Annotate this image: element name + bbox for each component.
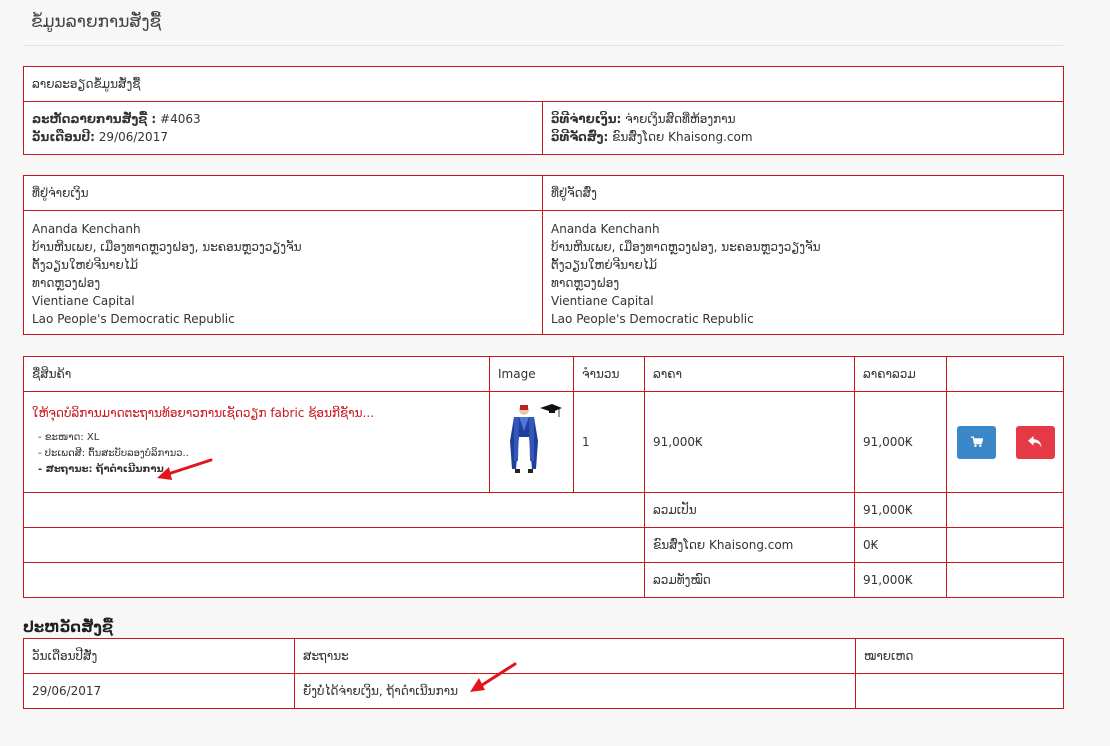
- col-product-name: ຊື່ສິນຄ້າ: [23, 356, 490, 392]
- shopping-cart-icon: [970, 436, 983, 447]
- subtotal-value: 91,000₭: [854, 492, 947, 528]
- graduation-gown-image[interactable]: [502, 401, 562, 481]
- product-cell: ໃຫ້ຈຸດບໍລິການມາດຕະຖານທ້ອຍາວການເຊັດວຽກ fa…: [23, 391, 490, 493]
- table-row: ໃຫ້ຈຸດບໍລິການມາດຕະຖານທ້ອຍາວການເຊັດວຽກ fa…: [23, 391, 1064, 493]
- shipping-address-line: ບ້ານຫີນເພຍ, ເມືອງທາດຫຼວງຝອງ, ນະຄອນຫຼວງວຽ…: [551, 240, 821, 254]
- payment-info-cell: ວິທີຈ່າຍເງິນ: ຈ່າຍເງິນສົດທີ່ຫ້ອງການ ວິທີ…: [542, 101, 1064, 155]
- col-image: Image: [489, 356, 574, 392]
- product-name-link[interactable]: ໃຫ້ຈຸດບໍລິການມາດຕະຖານທ້ອຍາວການເຊັດວຽກ fa…: [32, 406, 481, 420]
- col-note: ໝາຍເຫດ: [855, 638, 1064, 674]
- order-details-header: ລາຍລະອຽດຂໍ້ມູນສັ່ງຊື້: [23, 66, 1064, 102]
- shipping-method-label: ວິທີຈັດສົ່ງ:: [551, 130, 609, 144]
- payment-address: Ananda Kenchanh ບ້ານຫີນເພຍ, ເມືອງທາດຫຼວງ…: [23, 210, 543, 335]
- history-status: ຍັງບໍ່ໄດ້ຈ່າຍເງິນ, ຖ້າດຳເນີນການ: [294, 673, 856, 709]
- return-button[interactable]: [1015, 425, 1055, 459]
- payment-address-line: ທາດຫຼວງຝອງ: [32, 276, 101, 290]
- col-price: ລາຄາ: [644, 356, 855, 392]
- order-date-value: 29/06/2017: [98, 130, 168, 144]
- reply-arrow-icon: [1028, 436, 1042, 448]
- products-table: ຊື່ສິນຄ້າ Image ຈຳນວນ ລາຄາ ລາຄາລວມ ໃຫ້ຈຸ…: [23, 356, 1064, 598]
- order-date-label: ວັນເດືອນປີ:: [32, 130, 95, 144]
- shipping-address-line: ທາດຫຼວງຝອງ: [551, 276, 620, 290]
- shipping-address-line: Vientiane Capital: [551, 294, 654, 308]
- col-status: ສະຖານະ: [294, 638, 856, 674]
- payment-address-line: Ananda Kenchanh: [32, 222, 141, 236]
- shipping-fee-value: 0₭: [854, 527, 947, 563]
- addresses-table: ທີ່ຢູ່ຈ່າຍເງິນ ທີ່ຢູ່ຈັດສົ່ງ Ananda Kenc…: [23, 175, 1064, 335]
- page-title: ຂໍ້ມູນລາຍການສັ່ງຊື້: [31, 12, 162, 32]
- history-note: [855, 673, 1064, 709]
- title-divider: [23, 45, 1063, 46]
- col-actions: [946, 356, 1064, 392]
- table-row: 29/06/2017 ຍັງບໍ່ໄດ້ຈ່າຍເງິນ, ຖ້າດຳເນີນກ…: [23, 673, 1064, 709]
- order-details-table: ລາຍລະອຽດຂໍ້ມູນສັ່ງຊື້ ລະຫັດລາຍການສັ່ງຊື້…: [23, 66, 1064, 155]
- product-image-cell: [489, 391, 574, 493]
- subtotal-row: ລວມເປັນ 91,000₭: [23, 492, 1064, 528]
- shipping-address: Ananda Kenchanh ບ້ານຫີນເພຍ, ເມືອງທາດຫຼວງ…: [542, 210, 1064, 335]
- col-total: ລາຄາລວມ: [854, 356, 947, 392]
- shipping-method-value: ຂົນສົ່ງໂດຍ Khaisong.com: [612, 130, 753, 144]
- subtotal-label: ລວມເປັນ: [644, 492, 855, 528]
- shipping-fee-label: ຂົນສົ່ງໂດຍ Khaisong.com: [644, 527, 855, 563]
- product-actions: [946, 391, 1064, 493]
- order-info-cell: ລະຫັດລາຍການສັ່ງຊື້ : #4063 ວັນເດືອນປີ: 2…: [23, 101, 543, 155]
- grand-total-label: ລວມທັງໝົດ: [644, 562, 855, 598]
- shipping-address-line: Lao People's Democratic Republic: [551, 312, 754, 326]
- payment-address-line: ຕັ້ງວຽນໃຫຍ່ຈີນາຍໄມ້: [32, 258, 139, 272]
- shipping-row: ຂົນສົ່ງໂດຍ Khaisong.com 0₭: [23, 527, 1064, 563]
- history-date: 29/06/2017: [23, 673, 295, 709]
- payment-address-line: Vientiane Capital: [32, 294, 135, 308]
- shipping-address-line: ຕັ້ງວຽນໃຫຍ່ຈີນາຍໄມ້: [551, 258, 658, 272]
- shipping-address-line: Ananda Kenchanh: [551, 222, 660, 236]
- product-total: 91,000₭: [854, 391, 947, 493]
- grand-total-row: ລວມທັງໝົດ 91,000₭: [23, 562, 1064, 598]
- col-quantity: ຈຳນວນ: [573, 356, 645, 392]
- payment-method-value: ຈ່າຍເງິນສົດທີ່ຫ້ອງການ: [625, 112, 736, 126]
- reorder-cart-button[interactable]: [957, 425, 996, 459]
- product-option-status: - ສະຖານະ: ຖ້າດຳເນີນການ: [38, 464, 164, 475]
- order-id-value: #4063: [160, 112, 201, 126]
- payment-address-line: Lao People's Democratic Republic: [32, 312, 235, 326]
- payment-address-header: ທີ່ຢູ່ຈ່າຍເງິນ: [23, 175, 543, 211]
- order-history-table: ວັນເດືອນປີສັ່ງ ສະຖານະ ໝາຍເຫດ 29/06/2017 …: [23, 638, 1064, 709]
- history-title: ປະຫວັດສັ່ງຊື້: [23, 618, 114, 636]
- payment-method-label: ວິທີຈ່າຍເງິນ:: [551, 112, 622, 126]
- shipping-address-header: ທີ່ຢູ່ຈັດສົ່ງ: [542, 175, 1064, 211]
- order-id-label: ລະຫັດລາຍການສັ່ງຊື້ :: [32, 112, 157, 126]
- product-quantity: 1: [573, 391, 645, 493]
- payment-address-line: ບ້ານຫີນເພຍ, ເມືອງທາດຫຼວງຝອງ, ນະຄອນຫຼວງວຽ…: [32, 240, 302, 254]
- grand-total-value: 91,000₭: [854, 562, 947, 598]
- product-option-size: - ຂະໜາດ: XL: [38, 432, 100, 443]
- product-option-type: - ປະເພດສີ: ຕົ້ນສະບັບລອງບໍລິການວ..: [38, 448, 189, 459]
- col-order-date: ວັນເດືອນປີສັ່ງ: [23, 638, 295, 674]
- product-price: 91,000₭: [644, 391, 855, 493]
